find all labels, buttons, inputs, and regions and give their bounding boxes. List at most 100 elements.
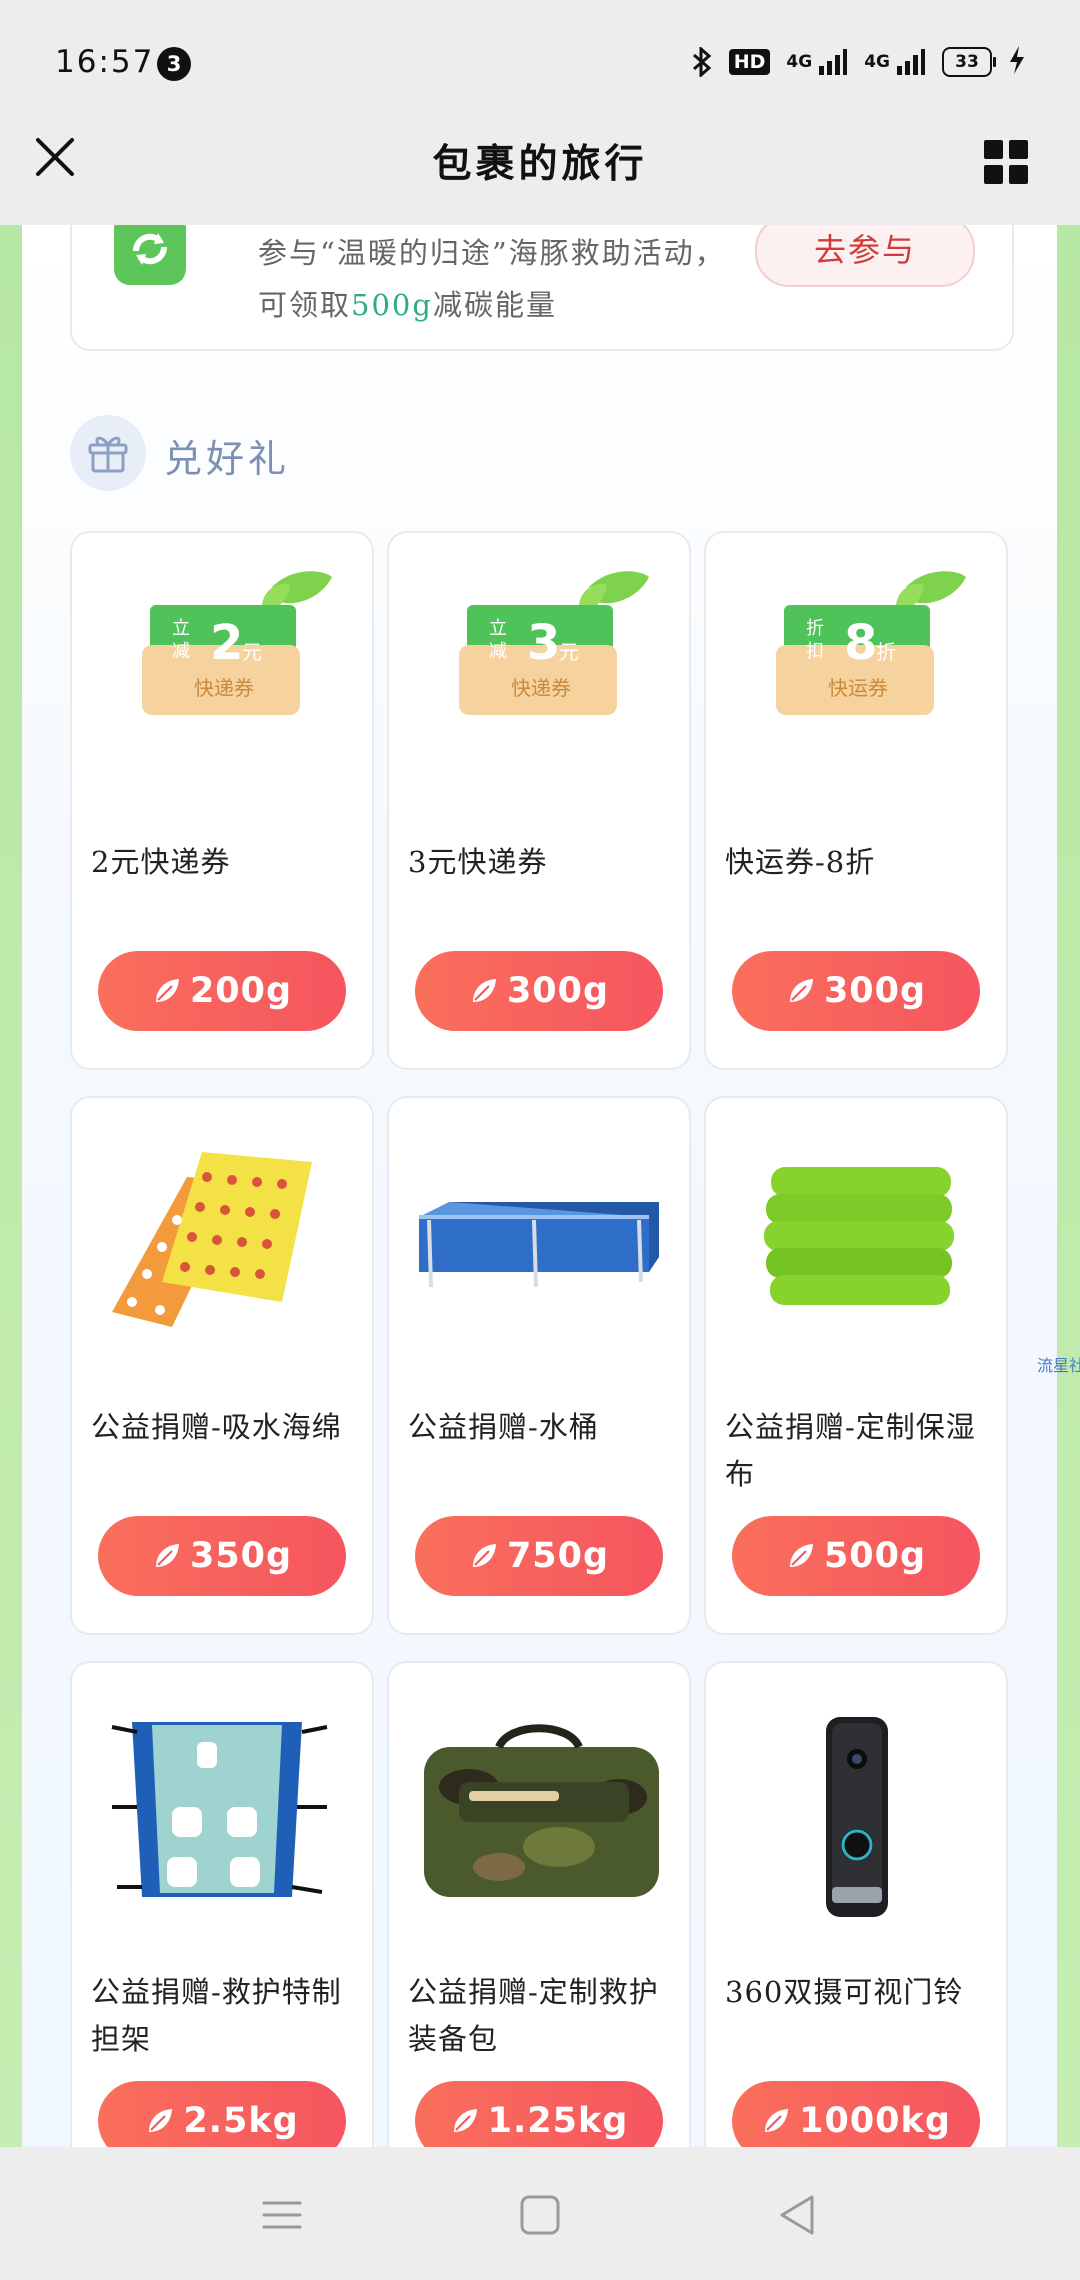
redeem-button[interactable]: 1000kg (732, 2081, 980, 2147)
bluetooth-icon (691, 47, 713, 77)
reward-card[interactable]: 公益捐赠-吸水海绵 350g (70, 1096, 374, 1635)
back-icon (780, 2195, 814, 2235)
reward-name: 3元快递券 (408, 845, 548, 879)
price-value: 300g (506, 971, 610, 1011)
camo-bag-image (409, 1687, 669, 1927)
price-value: 300g (823, 971, 927, 1011)
coupon-l2: 减 (489, 641, 507, 662)
reward-name: 公益捐赠-救护特制担架 (91, 1975, 342, 2056)
reward-name: 2元快递券 (91, 845, 231, 879)
coupon-label: 快递券 (511, 676, 571, 700)
join-button[interactable]: 去参与 (755, 225, 975, 287)
reward-card[interactable]: 360双摄可视门铃 1000kg (704, 1661, 1008, 2147)
hd-badge: HD (728, 49, 771, 75)
back-button[interactable] (770, 2187, 826, 2243)
charging-icon (1008, 45, 1026, 79)
grid-icon (984, 140, 1003, 159)
water-tank-image (409, 1122, 669, 1362)
redeem-button[interactable]: 200g (98, 951, 346, 1031)
leaf-icon (155, 1544, 179, 1567)
redeem-button[interactable]: 2.5kg (98, 2081, 346, 2147)
leaf-icon (155, 979, 179, 1002)
notification-badge: 3 (157, 47, 191, 81)
network-type-2: 4G (864, 52, 890, 72)
reward-name: 公益捐赠-定制保湿布 (725, 1410, 976, 1491)
redeem-button[interactable]: 1.25kg (415, 2081, 663, 2147)
sponge-mats-image (92, 1122, 352, 1362)
leaf-icon (789, 1544, 813, 1567)
recent-apps-button[interactable] (254, 2187, 310, 2243)
coupon-label: 快递券 (194, 676, 254, 700)
coupon-l1: 立 (489, 618, 507, 639)
reward-name: 公益捐赠-水桶 (408, 1410, 599, 1444)
reward-card[interactable]: 公益捐赠-定制救护装备包 1.25kg (387, 1661, 691, 2147)
coupon-unit: 元 (242, 640, 262, 664)
signal-icon (818, 48, 848, 76)
home-icon (520, 2195, 560, 2235)
leaf-icon (472, 1544, 496, 1567)
activity-highlight: 500g (351, 288, 433, 322)
reward-card[interactable]: 折 扣 8 折 快运券 快运券-8折 300g (704, 531, 1008, 1070)
floating-community-tag[interactable]: 流星社区 (1037, 1352, 1080, 1376)
leaf-icon (765, 2109, 789, 2132)
price-value: 750g (506, 1536, 610, 1576)
activity-description: 参与“温暖的归途”海豚救助活动，可领取500g减碳能量 (258, 227, 728, 331)
leaf-icon (149, 2109, 173, 2132)
price-value: 500g (823, 1536, 927, 1576)
battery-icon: 33 (942, 47, 996, 77)
coupon-image: 立 减 2 元 快递券 (92, 557, 352, 797)
redeem-button[interactable]: 300g (415, 951, 663, 1031)
reward-card[interactable]: 立 减 3 元 快递券 3元快递券 300g (387, 531, 691, 1070)
system-nav-bar (0, 2147, 1080, 2280)
reward-name: 公益捐赠-定制救护装备包 (408, 1975, 659, 2056)
status-icons: HD 4G 4G 33 (691, 40, 1026, 84)
menu-grid-button[interactable] (984, 140, 1028, 184)
coupon-image: 立 减 3 元 快递券 (409, 557, 669, 797)
redeem-button[interactable]: 300g (732, 951, 980, 1031)
coupon-number: 8 (844, 615, 877, 671)
reward-card[interactable]: 公益捐赠-救护特制担架 2.5kg (70, 1661, 374, 2147)
coupon-image: 折 扣 8 折 快运券 (726, 557, 986, 797)
reward-card[interactable]: 公益捐赠-定制保湿布 500g (704, 1096, 1008, 1635)
coupon-number: 3 (527, 615, 560, 671)
status-bar: 16:57 3 HD 4G 4G 33 (0, 0, 1080, 130)
home-button[interactable] (512, 2187, 568, 2243)
menu-icon (262, 2201, 302, 2229)
status-time: 16:57 (55, 44, 155, 80)
coupon-number: 2 (210, 615, 243, 671)
green-towels-image (726, 1122, 986, 1362)
coupon-l2: 扣 (806, 641, 824, 662)
price-value: 2.5kg (183, 2101, 299, 2141)
price-value: 1000kg (799, 2101, 951, 2141)
reward-name: 360双摄可视门铃 (725, 1975, 964, 2009)
doorbell-image (726, 1687, 986, 1927)
coupon-label: 快运券 (828, 676, 888, 700)
price-value: 1.25kg (487, 2101, 629, 2141)
leaf-icon (472, 979, 496, 1002)
coupon-unit: 折 (876, 640, 896, 664)
reward-card[interactable]: 立 减 2 元 快递券 2元快递券 200g (70, 531, 374, 1070)
price-value: 350g (189, 1536, 293, 1576)
coupon-l1: 立 (172, 618, 190, 639)
price-value: 200g (189, 971, 293, 1011)
page-content: 参与“温暖的归途”海豚救助活动，可领取500g减碳能量 去参与 兑好礼 立 减 … (0, 225, 1080, 2147)
reward-name: 公益捐赠-吸水海绵 (91, 1410, 342, 1444)
reward-name: 快运券-8折 (725, 845, 876, 879)
reward-card[interactable]: 公益捐赠-水桶 750g (387, 1096, 691, 1635)
coupon-l1: 折 (806, 618, 824, 639)
gift-icon (70, 415, 146, 491)
signal-icon (896, 48, 926, 76)
coupon-unit: 元 (559, 640, 579, 664)
leaf-icon (453, 2109, 477, 2132)
network-type-1: 4G (786, 52, 813, 72)
section-title: 兑好礼 (164, 437, 291, 481)
redeem-button[interactable]: 500g (732, 1516, 980, 1596)
redeem-button[interactable]: 750g (415, 1516, 663, 1596)
leaf-icon (789, 979, 813, 1002)
stretcher-image (92, 1687, 352, 1927)
recycle-icon (114, 225, 186, 285)
content-panel: 参与“温暖的归途”海豚救助活动，可领取500g减碳能量 去参与 兑好礼 立 减 … (22, 225, 1080, 2147)
redeem-button[interactable]: 350g (98, 1516, 346, 1596)
activity-text-end: 减碳能量 (432, 288, 557, 322)
coupon-l2: 减 (172, 641, 190, 662)
